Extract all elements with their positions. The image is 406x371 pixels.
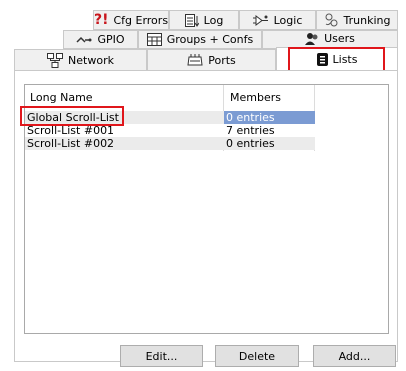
logic-icon	[252, 14, 269, 27]
trunking-icon	[324, 13, 339, 27]
tab-logic[interactable]: Logic	[239, 10, 316, 30]
tab-cfg-errors[interactable]: ?! Cfg Errors	[93, 10, 169, 30]
row-name-cell: Global Scroll-List	[25, 111, 224, 124]
tab-label: Network	[68, 53, 114, 67]
tab-lists[interactable]: Lists	[276, 47, 398, 72]
edit-button[interactable]: Edit...	[120, 345, 203, 367]
tab-label: Users	[324, 32, 355, 45]
table-row[interactable]: Global Scroll-List 0 entries	[25, 111, 315, 124]
lists-table[interactable]: Long Name Members Global Scroll-List 0 e…	[24, 84, 389, 334]
tab-label: Ports	[208, 53, 236, 67]
tab-label: Logic	[273, 13, 303, 27]
tab-network[interactable]: Network	[14, 49, 147, 71]
delete-button[interactable]: Delete	[215, 345, 299, 367]
lists-icon	[316, 53, 328, 66]
tab-log[interactable]: Log	[169, 10, 239, 30]
ports-icon	[187, 54, 203, 66]
cfg-errors-icon: ?!	[93, 12, 109, 28]
tab-label: Cfg Errors	[113, 13, 169, 27]
tab-label: GPIO	[97, 33, 125, 46]
tab-label: Lists	[332, 53, 358, 66]
tab-groups-confs[interactable]: Groups + Confs	[138, 30, 262, 49]
row-members-cell: 7 entries	[224, 124, 315, 137]
tab-gpio[interactable]: GPIO	[63, 30, 138, 49]
tab-label: Trunking	[343, 13, 391, 27]
row-members-cell: 0 entries	[224, 111, 315, 124]
groups-icon	[146, 33, 162, 46]
column-header-members[interactable]: Members	[230, 91, 281, 104]
network-icon	[47, 52, 64, 68]
table-row[interactable]: Scroll-List #002 0 entries	[25, 137, 315, 150]
tab-ports[interactable]: Ports	[147, 49, 276, 71]
tab-label: Groups + Confs	[166, 33, 254, 46]
row-members-cell: 0 entries	[224, 137, 315, 150]
table-row[interactable]: Scroll-List #001 7 entries	[25, 124, 315, 137]
tab-trunking[interactable]: Trunking	[316, 10, 398, 30]
users-icon	[305, 32, 319, 45]
column-header-long-name[interactable]: Long Name	[30, 91, 93, 104]
tab-label: Log	[203, 13, 224, 27]
row-name-cell: Scroll-List #001	[25, 124, 224, 137]
add-button[interactable]: Add...	[313, 345, 396, 367]
log-icon	[184, 13, 199, 27]
row-name-cell: Scroll-List #002	[25, 137, 224, 150]
gpio-icon	[76, 35, 92, 45]
